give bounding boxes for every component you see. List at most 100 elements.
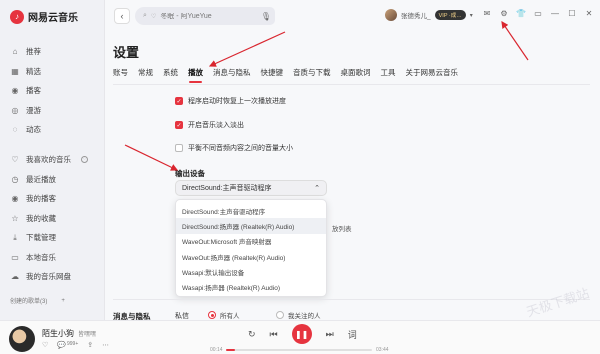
radio-following[interactable]: 我关注的人 <box>276 310 321 320</box>
sidebar-item[interactable]: ◉ 播客 <box>0 81 105 101</box>
more-icon[interactable]: ⋯ <box>102 341 109 349</box>
window-controls: ✉ ⚙ 👕 ▭ — ☐ ✕ <box>482 9 594 18</box>
comment-count: 999+ <box>67 341 79 347</box>
output-device-value: DirectSound:主声音驱动程序 <box>182 185 272 192</box>
sidebar-item-label: 最近播放 <box>26 174 56 184</box>
settings-tab[interactable]: 消息与隐私 <box>213 67 251 81</box>
sidebar-item[interactable]: ◷ 最近播放 <box>0 170 105 190</box>
history-icon: ◷ <box>11 174 19 184</box>
song-title[interactable]: 陌生小狗 <box>42 328 74 339</box>
settings-tab[interactable]: 播放 <box>188 67 203 83</box>
settings-tab[interactable]: 账号 <box>113 67 128 81</box>
settings-tab[interactable]: 音质与下载 <box>293 67 331 81</box>
option-restore-progress[interactable]: ✓ 程序启动时恢复上一次播放进度 <box>175 96 286 106</box>
sidebar-item[interactable]: ▭ 本地音乐 <box>0 248 105 268</box>
tabs-divider <box>113 84 590 85</box>
search-input[interactable] <box>160 12 271 20</box>
radio-button-everyone[interactable] <box>208 311 216 319</box>
song-artist[interactable]: 皆嘿嘿 <box>78 329 96 338</box>
settings-gear-icon[interactable]: ⚙ <box>499 9 509 18</box>
settings-tabs: 账号 常规 系统 播放 消息与隐私 快捷键 音质与下载 桌面歌词 工具 关于网易云音乐 <box>113 67 459 83</box>
skin-icon[interactable]: 👕 <box>516 9 526 18</box>
output-device-option[interactable]: Wasapi:扬声器 (Realtek(R) Audio) <box>176 279 326 294</box>
username[interactable]: 张德秀儿_ <box>401 10 431 20</box>
radio-label: 所有人 <box>220 313 240 320</box>
radio-label: 我关注的人 <box>288 313 321 320</box>
settings-tab[interactable]: 常规 <box>138 67 153 81</box>
output-device-option[interactable]: WaveOut:Microsoft 声音映射器 <box>176 234 326 249</box>
sidebar-item[interactable]: ☁ 我的音乐网盘 <box>0 267 105 287</box>
progress-fill <box>226 349 236 351</box>
heart-small-icon: ♡ <box>150 13 157 20</box>
sidebar-nav-main: ⌂ 推荐 ▦ 精选 ◉ 播客 ◎ 漫游 ◌ 动态 <box>0 42 105 140</box>
sidebar-item[interactable]: ◉ 我的播客 <box>0 189 105 209</box>
local-music-icon: ▭ <box>11 252 19 262</box>
sidebar-item-label: 下载管理 <box>26 233 56 243</box>
user-info[interactable]: 张德秀儿_ VIP ·成… ▾ <box>385 9 473 21</box>
close-icon[interactable]: ✕ <box>584 9 594 18</box>
minimize-icon[interactable]: — <box>550 9 560 18</box>
option-normalize-volume[interactable]: 平衡不同音频内容之间的音量大小 <box>175 143 293 153</box>
mini-mode-icon[interactable]: ▭ <box>533 9 543 18</box>
output-device-option[interactable]: Wasapi:默认输出设备 <box>176 264 326 279</box>
sidebar-item-label: 播客 <box>26 86 41 96</box>
settings-tab[interactable]: 工具 <box>381 67 396 81</box>
sidebar-item[interactable]: ◎ 漫游 <box>0 101 105 121</box>
download-icon: ⤓ <box>13 232 17 242</box>
comment-icon[interactable]: 💬 <box>57 341 66 349</box>
add-playlist-icon[interactable]: + <box>61 298 65 304</box>
page-title: 设置 <box>113 45 140 60</box>
heart-mode-icon[interactable]: ♡ <box>81 156 88 164</box>
heart-icon: ♡ <box>11 155 19 165</box>
output-device-option[interactable]: DirectSound:主声音驱动程序 <box>176 203 326 218</box>
settings-page: 设置 账号 常规 系统 播放 消息与隐私 快捷键 音质与下载 桌面歌词 工具 关于网易云音乐 ✓ … <box>105 32 600 320</box>
avatar[interactable] <box>385 9 397 21</box>
output-device-option[interactable]: DirectSound:扬声器 (Realtek(R) Audio) <box>176 218 326 234</box>
settings-tab[interactable]: 关于网易云音乐 <box>406 67 459 81</box>
sidebar-item[interactable]: ▦ 精选 <box>0 62 105 82</box>
sidebar-item[interactable]: ⌂ 推荐 <box>0 42 105 62</box>
created-playlists-header[interactable]: 创建的歌单(3) + <box>10 296 65 306</box>
app-name: 网易云音乐 <box>28 13 78 24</box>
output-device-option[interactable]: WaveOut:扬声器 (Realtek(R) Audio) <box>176 249 326 264</box>
like-heart-icon[interactable]: ♡ <box>42 341 48 349</box>
time-current: 00:14 <box>210 347 223 353</box>
option-fade[interactable]: ✓ 开启音乐淡入淡出 <box>175 120 244 130</box>
chevron-down-icon[interactable]: ▾ <box>470 12 473 19</box>
lyrics-button[interactable]: 词 <box>348 328 357 341</box>
vip-badge[interactable]: VIP ·成… <box>434 10 466 20</box>
sidebar-item[interactable]: ♡ 我喜欢的音乐 ♡ <box>0 150 105 170</box>
partially-hidden-option-text: 放列表 <box>332 226 352 233</box>
radio-button-following[interactable] <box>276 311 284 319</box>
play-mode-icon[interactable]: ↻ <box>248 329 256 340</box>
search-box[interactable]: ⌕ ♡ <box>135 7 272 25</box>
settings-tab[interactable]: 系统 <box>163 67 178 81</box>
next-track-icon[interactable]: ⏭ <box>326 329 334 340</box>
sidebar-item[interactable]: ☆ 我的收藏 <box>0 209 105 229</box>
player-bar: 陌生小狗 皆嘿嘿 ♡ 💬 999+ ⇪ ⋯ ↻ ⏮ ❚❚ ⏭ 词 00:14 0… <box>0 320 600 354</box>
checkbox-restore-progress[interactable]: ✓ <box>175 97 183 105</box>
output-device-select[interactable]: DirectSound:主声音驱动程序 ⌃ <box>175 180 327 196</box>
option-label: 程序启动时恢复上一次播放进度 <box>188 98 286 105</box>
radio-everyone[interactable]: 所有人 <box>208 310 240 320</box>
voice-search-button[interactable]: 🎙 <box>257 7 275 25</box>
message-icon[interactable]: ✉ <box>482 9 492 18</box>
settings-tab[interactable]: 桌面歌词 <box>341 67 371 81</box>
app-logo[interactable]: ♪ 网易云音乐 <box>10 9 78 24</box>
share-icon[interactable]: ⇪ <box>87 341 93 349</box>
sidebar-item[interactable]: ◌ 动态 <box>0 120 105 140</box>
maximize-icon[interactable]: ☐ <box>567 9 577 18</box>
chevron-left-icon: ‹ <box>120 11 124 21</box>
sidebar: ♪ 网易云音乐 ⌂ 推荐 ▦ 精选 ◉ 播客 ◎ 漫游 ◌ 动态 ♡ 我喜欢的音乐 ♡ ◷ 最近播放 ◉ 我的… <box>0 0 105 320</box>
sidebar-item[interactable]: ⤓ 下载管理 <box>0 228 105 248</box>
previous-track-icon[interactable]: ⏮ <box>270 329 278 340</box>
pause-button[interactable]: ❚❚ <box>291 324 312 344</box>
album-cover[interactable] <box>9 326 35 352</box>
settings-tab[interactable]: 快捷键 <box>261 67 284 81</box>
checkbox-fade[interactable]: ✓ <box>175 121 183 129</box>
sidebar-item-label: 漫游 <box>26 105 41 115</box>
progress-bar[interactable] <box>226 349 372 351</box>
back-button[interactable]: ‹ <box>114 8 130 24</box>
pause-icon: ❚❚ <box>294 329 309 339</box>
checkbox-normalize-volume[interactable] <box>175 144 183 152</box>
